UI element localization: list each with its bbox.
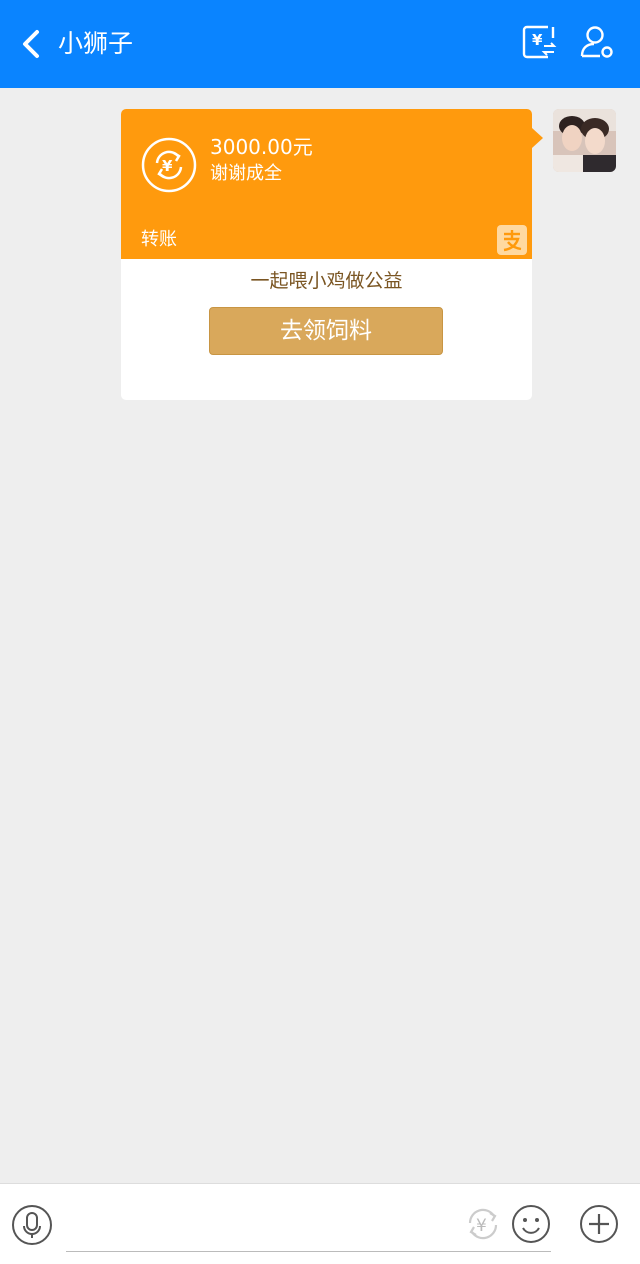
promo-text: 一起喂小鸡做公益 [250,270,403,292]
alipay-logo-icon [497,225,527,255]
profile-settings-icon[interactable] [577,22,617,62]
message-input[interactable] [66,1251,551,1252]
back-arrow-icon[interactable] [14,26,48,62]
bubble-tail [532,128,543,148]
svg-text:¥: ¥ [476,1216,487,1236]
transfer-message-card[interactable]: ¥ 3000.00元 谢谢成全 转账 一起喂小鸡做公益 去领饲料 [121,109,532,400]
transfer-money-icon[interactable]: ¥ [519,22,559,62]
transfer-yuan-icon: ¥ [141,137,197,193]
claim-feed-button[interactable]: 去领饲料 [209,307,443,355]
transfer-money-icon[interactable]: ¥ [462,1203,504,1245]
svg-text:¥: ¥ [532,31,543,49]
top-navigation-bar: 小狮子 ¥ [0,0,640,88]
bottom-input-bar: ¥ [0,1183,640,1264]
transfer-note: 谢谢成全 [210,163,282,184]
transfer-type-label: 转账 [141,229,177,250]
sender-avatar[interactable] [553,109,616,172]
transfer-card-header[interactable]: ¥ 3000.00元 谢谢成全 转账 [121,109,532,259]
plus-icon[interactable] [578,1203,620,1245]
emoji-icon[interactable] [510,1203,552,1245]
microphone-icon[interactable] [11,1204,53,1246]
svg-text:¥: ¥ [162,157,173,175]
transfer-amount: 3000.00元 [210,135,313,159]
chat-title: 小狮子 [58,29,134,58]
